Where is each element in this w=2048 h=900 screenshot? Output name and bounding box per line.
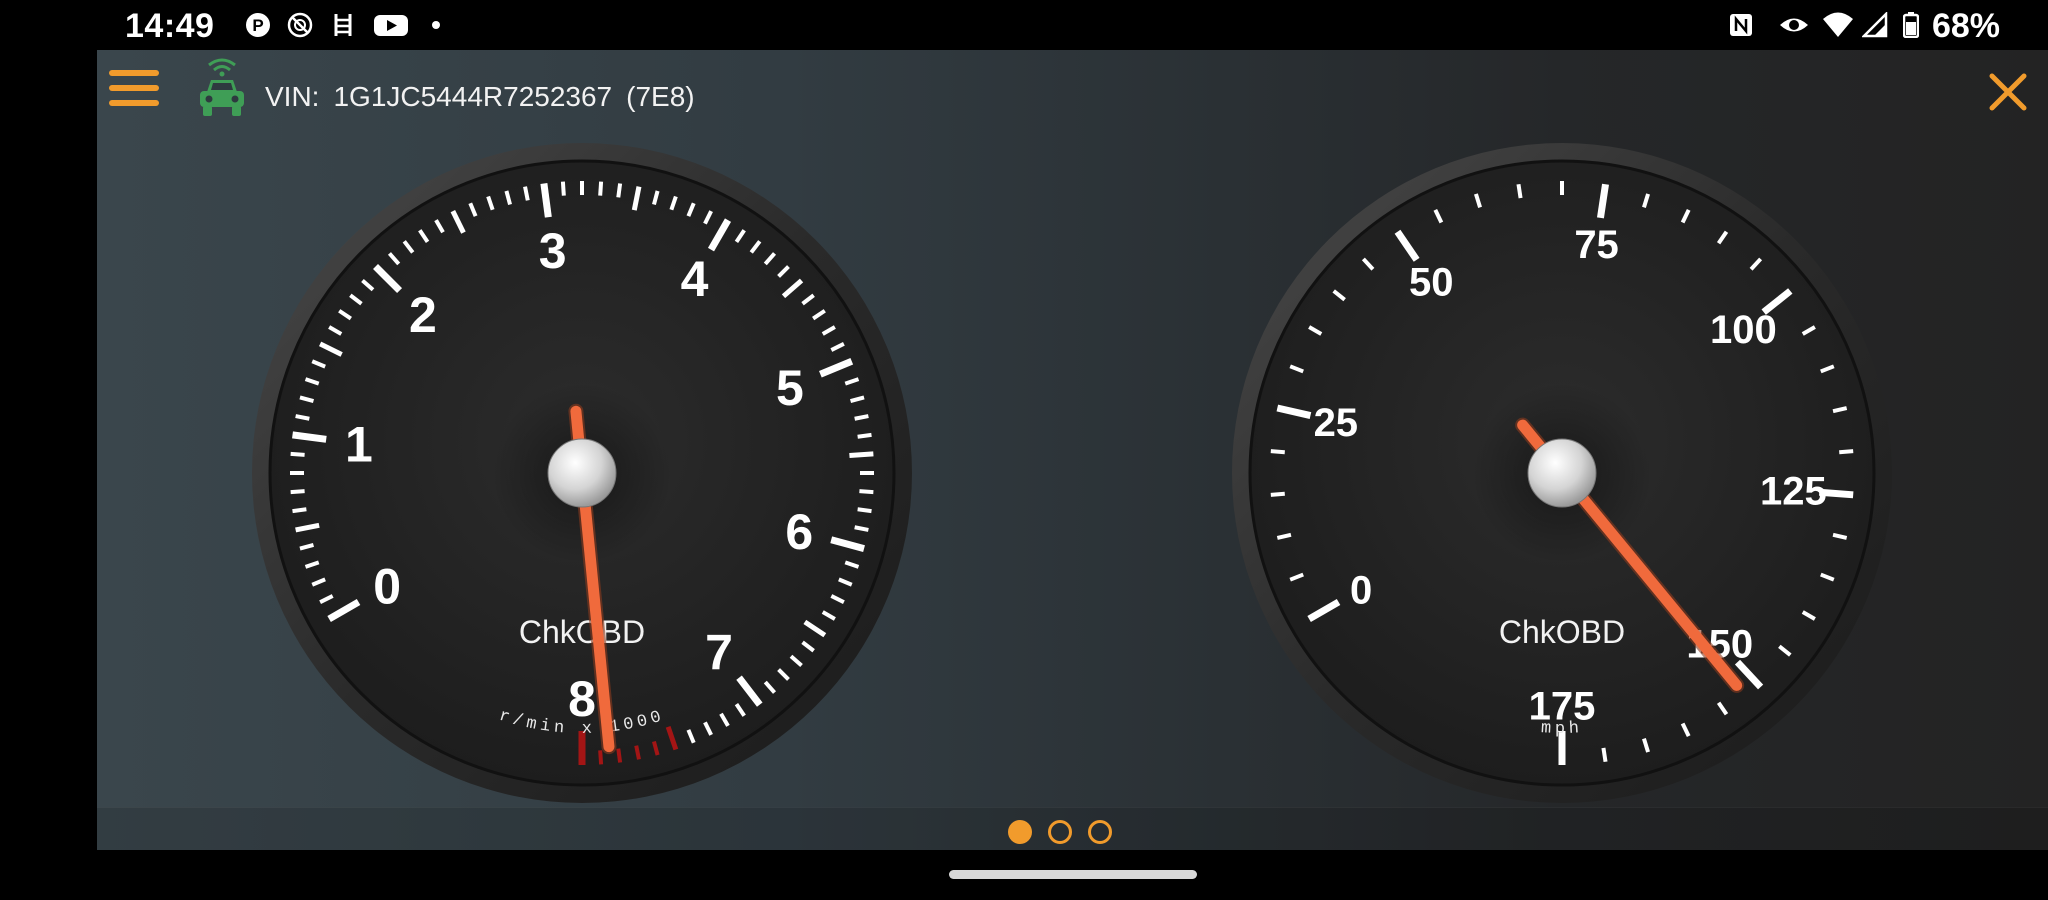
navigation-bar	[0, 850, 2048, 900]
minor-tick	[292, 507, 307, 514]
minor-tick	[634, 745, 641, 760]
status-time: 14:49	[125, 7, 215, 45]
needle-hub	[1527, 438, 1597, 508]
dial-label: 8	[568, 671, 596, 727]
minor-tick	[290, 451, 305, 457]
status-bar: 14:49 P 68%	[0, 0, 2048, 50]
vin-label: VIN: 1G1JC5444R7252367 (7E8)	[265, 81, 709, 113]
minor-tick	[854, 414, 869, 421]
tachometer-gauge: 012345678ChkOBDr/min x 1000	[252, 143, 912, 803]
no-tracking-icon	[287, 12, 313, 38]
minor-tick	[598, 750, 604, 765]
youtube-icon	[374, 15, 408, 36]
dial-label: 1	[345, 417, 373, 473]
dial-label: 25	[1314, 401, 1359, 445]
gauge-unit-label: mph	[1540, 719, 1583, 739]
minor-tick	[859, 489, 874, 495]
wifi-icon	[1823, 12, 1853, 37]
obd-dashboard-app: VIN: 1G1JC5444R7252367 (7E8) 0 1 2 3 4 5 6 7 8 ChkO…	[97, 50, 2048, 850]
gauge-panel: 0 1 2 3 4 5 6 7 8 ChkOBD r/min x 1000 0 25 50 75 100 12…	[97, 138, 2048, 808]
minor-tick	[1516, 183, 1523, 199]
minor-tick	[854, 525, 869, 532]
minor-tick	[849, 451, 874, 458]
ecu-address: (7E8)	[626, 81, 695, 112]
page-dot-3[interactable]	[1088, 820, 1112, 844]
menu-button[interactable]	[109, 70, 161, 110]
battery-icon	[1903, 12, 1919, 38]
top-bar: VIN: 1G1JC5444R7252367 (7E8)	[97, 50, 2048, 142]
vin-prefix: VIN:	[265, 81, 320, 112]
minor-tick	[1270, 449, 1285, 455]
page-dot-2[interactable]	[1048, 820, 1072, 844]
minor-tick	[560, 181, 566, 196]
battery-percentage: 68%	[1931, 7, 2000, 45]
more-dot-icon	[432, 21, 440, 29]
minor-tick	[616, 183, 623, 198]
nfc-icon	[1730, 14, 1752, 36]
dial-label: 100	[1710, 308, 1777, 352]
minor-tick	[616, 748, 623, 763]
close-icon	[1989, 73, 2027, 111]
cell-signal-icon	[1862, 12, 1888, 38]
minor-tick	[1839, 449, 1854, 455]
minor-tick	[295, 414, 310, 421]
dial-label: 3	[539, 223, 567, 279]
vin-number: 1G1JC5444R7252367	[333, 81, 613, 112]
speedometer-gauge: 0255075100125150175ChkOBDmph	[1232, 143, 1892, 803]
needle-hub	[547, 438, 617, 508]
major-tick	[292, 431, 327, 443]
home-gesture-handle[interactable]	[949, 870, 1197, 879]
minor-tick	[857, 432, 872, 439]
minor-tick	[1601, 747, 1608, 763]
dial-label: 75	[1574, 223, 1619, 267]
minor-tick	[1270, 491, 1285, 497]
minor-tick	[290, 489, 305, 495]
minor-tick	[857, 507, 872, 514]
major-tick	[540, 183, 552, 218]
ladder-app-icon	[334, 14, 352, 36]
minor-tick	[523, 186, 530, 201]
eye-icon	[1780, 18, 1808, 32]
dial-label: 0	[373, 559, 401, 615]
dial-label: 7	[705, 625, 733, 681]
page-dot-1[interactable]	[1008, 820, 1032, 844]
dial-label: 5	[776, 360, 804, 416]
dial-label: 2	[409, 287, 437, 343]
gauge-brand-label: ChkOBD	[1499, 614, 1625, 650]
gauge-brand-label: ChkOBD	[519, 614, 645, 650]
page-indicator	[1008, 817, 1112, 847]
dial-label: 4	[681, 251, 709, 307]
parking-app-icon: P	[246, 13, 270, 37]
car-wireless-icon	[200, 58, 244, 116]
svg-text:P: P	[252, 16, 263, 35]
close-button[interactable]	[1986, 70, 2030, 114]
dial-label: 0	[1350, 568, 1372, 612]
minor-tick	[598, 181, 604, 196]
dial-label: 6	[785, 504, 813, 560]
dial-label: 125	[1760, 470, 1827, 514]
dial-label: 50	[1409, 261, 1454, 305]
